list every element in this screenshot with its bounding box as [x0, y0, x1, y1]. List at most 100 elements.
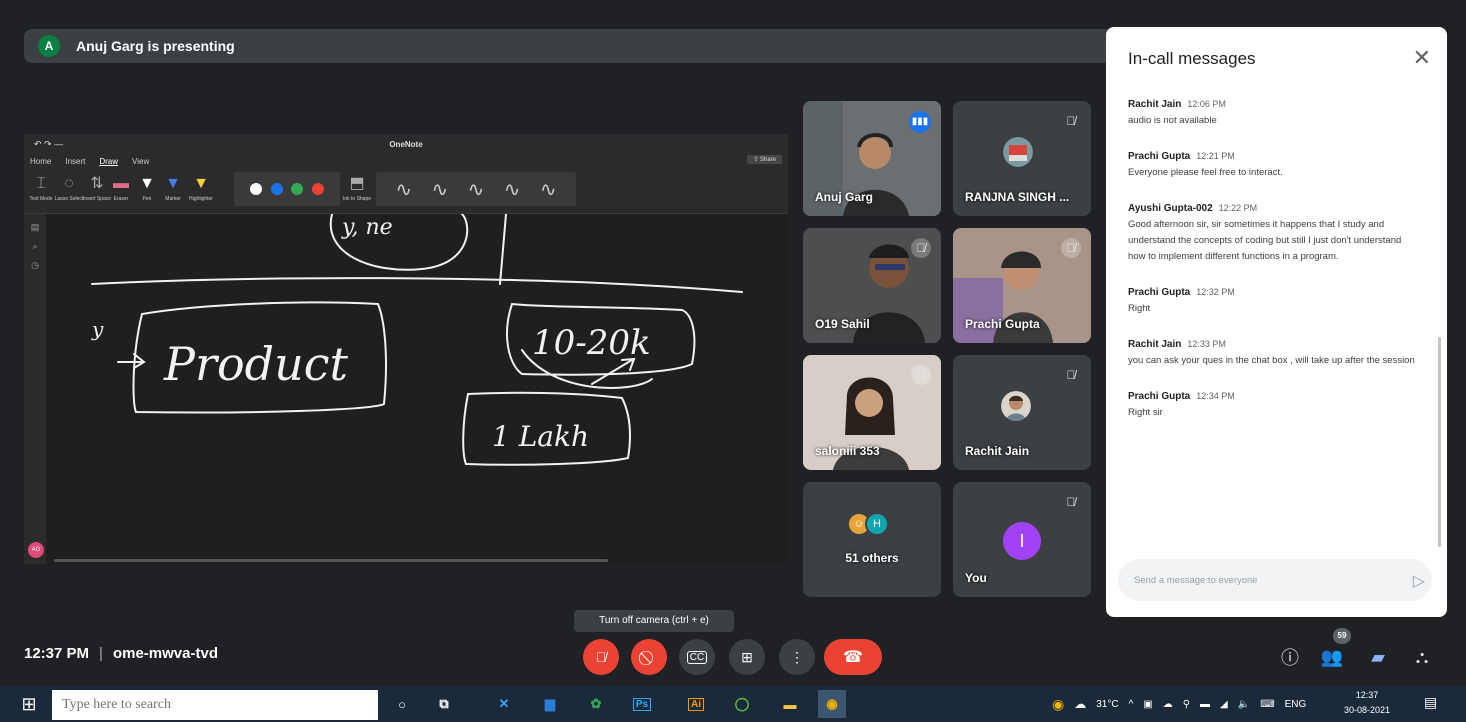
mic-off-icon: 🎙̸: [1066, 368, 1076, 382]
app-icon: ✿: [590, 696, 602, 711]
taskbar-app-word[interactable]: ▆: [536, 690, 564, 718]
chat-message: Rachit Jain 12:06 PM audio is not availab…: [1128, 99, 1418, 129]
message-time: 12:34 PM: [1196, 391, 1235, 401]
participant-tile[interactable]: 🎙̸ saloniii 353: [803, 355, 941, 470]
meeting-code: ome-mwva-tvd: [112, 645, 218, 662]
leave-call-button[interactable]: ☎: [824, 639, 882, 675]
participant-tile[interactable]: 🎙̸ RANJNA SINGH ...: [953, 101, 1091, 216]
participant-tile[interactable]: 🎙̸ O19 Sahil: [803, 228, 941, 343]
taskbar-clock[interactable]: 12:37 30-08-2021: [1344, 688, 1390, 718]
captions-button[interactable]: CC: [679, 639, 715, 675]
speaking-indicator-icon: ▮▮▮: [909, 111, 931, 133]
activities-icon: ⛬: [1415, 646, 1429, 667]
windows-taskbar: ⊞ ○ ⧉ ✕ ▆ ✿ Ps Ai ◯ ▬ ◉ ◉ ☁ 31°C ^ ▣ ☁ ⚲…: [0, 686, 1466, 722]
taskbar-app-chrome[interactable]: ◉: [818, 690, 846, 718]
stroke-size-option: ∿: [395, 178, 413, 201]
onenote-share-button: ⇧ Share: [747, 155, 782, 164]
meeting-info-button[interactable]: ⓘ: [1276, 644, 1304, 670]
message-sender: Prachi Gupta: [1128, 287, 1191, 298]
file-explorer-icon: ▬: [783, 696, 797, 712]
taskbar-app-green[interactable]: ✿: [582, 690, 610, 718]
camera-tooltip: Turn off camera (ctrl + e): [574, 610, 734, 632]
tray-app-icon[interactable]: ▣: [1143, 699, 1152, 710]
chat-scrollbar[interactable]: [1438, 337, 1441, 547]
onenote-sidebar: ▤ ⌕ ◷: [24, 214, 46, 564]
taskbar-search-input[interactable]: [52, 690, 378, 720]
more-options-button[interactable]: ⋮: [779, 639, 815, 675]
close-icon[interactable]: ✕: [1413, 45, 1431, 71]
weather-icon: ☁: [1074, 697, 1087, 711]
participant-tile[interactable]: ▮▮▮ Anuj Garg: [803, 101, 941, 216]
presenter-avatar: A: [38, 35, 60, 57]
help-icon[interactable]: ◉: [1052, 696, 1064, 713]
message-text: Right: [1128, 303, 1151, 314]
message-text: Right sir: [1128, 407, 1163, 418]
taskbar-app-vscode[interactable]: ✕: [490, 690, 518, 718]
menu-home: Home: [30, 156, 52, 166]
weather-temp: 31°C: [1096, 698, 1119, 710]
mic-toggle-button[interactable]: 🎙̸: [583, 639, 619, 675]
notebook-icon: ▤: [30, 222, 40, 232]
meeting-separator: |: [99, 645, 103, 662]
chat-message: Rachit Jain 12:33 PM you can ask your que…: [1128, 339, 1418, 369]
stroke-size-options: ∿ ∿ ∿ ∿ ∿: [376, 172, 576, 206]
language-indicator[interactable]: ENG: [1285, 699, 1307, 710]
horizontal-scrollbar: [54, 559, 608, 562]
onenote-ribbon: ⌶ Text Mode ◌ Lasso Select ⇅ Insert Space ▬…: [24, 168, 788, 214]
pen-color-swatch: [250, 183, 263, 195]
people-button[interactable]: 👥: [1318, 644, 1346, 670]
message-sender: Prachi Gupta: [1128, 151, 1191, 162]
tool-marker-label: Marker: [165, 196, 181, 202]
windows-start-button[interactable]: ⊞: [12, 686, 46, 722]
notification-icon[interactable]: ▤: [1424, 694, 1442, 712]
presenting-banner: A Anuj Garg is presenting: [24, 29, 1174, 63]
onenote-titlebar: ↶ ↷ — OneNote: [24, 134, 788, 154]
participant-name: saloniii 353: [815, 444, 880, 458]
present-button[interactable]: ⊞: [729, 639, 765, 675]
participant-name: Anuj Garg: [815, 190, 874, 204]
wifi-icon[interactable]: ◢: [1220, 699, 1228, 710]
volume-icon[interactable]: 🔈: [1238, 699, 1250, 710]
battery-icon[interactable]: ▬: [1200, 699, 1210, 710]
mic-off-icon: 🎙̸: [911, 365, 931, 385]
handwriting-range: 10-20k: [532, 323, 651, 363]
mic-off-icon: 🎙̸: [1066, 495, 1076, 509]
shared-screen[interactable]: ↶ ↷ — OneNote Home Insert Draw View ⇧ Sh…: [24, 134, 788, 564]
taskbar-app-illustrator[interactable]: Ai: [682, 690, 710, 718]
message-sender: Rachit Jain: [1128, 99, 1182, 110]
onenote-share-label: Share: [759, 157, 776, 163]
message-text: you can ask your ques in the chat box , …: [1128, 355, 1415, 366]
onenote-title: OneNote: [389, 139, 423, 149]
taskbar-app-photoshop[interactable]: Ps: [628, 690, 656, 718]
tool-text-mode-label: Text Mode: [29, 196, 53, 202]
people-count-badge: 59: [1333, 628, 1351, 644]
cortana-button[interactable]: ○: [388, 690, 416, 718]
onedrive-icon[interactable]: ☁: [1163, 699, 1173, 710]
pen-color-swatch: [311, 183, 324, 195]
participant-tile-self[interactable]: I 🎙̸ You: [953, 482, 1091, 597]
activities-button[interactable]: ⛬: [1408, 644, 1436, 670]
participant-tile-others[interactable]: ☺ H 51 others: [803, 482, 941, 597]
taskbar-app-circle[interactable]: ◯: [728, 690, 756, 718]
handwriting-y: y: [91, 317, 104, 341]
chat-message: Prachi Gupta 12:32 PM Right: [1128, 287, 1418, 317]
camera-toggle-button[interactable]: ⃠: [631, 639, 667, 675]
task-view-button[interactable]: ⧉: [430, 690, 458, 718]
chat-message: Prachi Gupta 12:34 PM Right sir: [1128, 391, 1418, 421]
stroke-size-option: ∿: [503, 178, 521, 201]
hang-up-icon: ☎: [843, 649, 863, 666]
participant-tile[interactable]: 🎙̸ Rachit Jain: [953, 355, 1091, 470]
chat-message-input[interactable]: [1118, 559, 1432, 601]
keyboard-icon[interactable]: ⌨: [1260, 699, 1274, 710]
message-sender: Prachi Gupta: [1128, 391, 1191, 402]
onenote-user-avatar: AG: [28, 542, 44, 558]
taskbar-app-explorer[interactable]: ▬: [776, 690, 804, 718]
participant-avatar: H: [865, 512, 889, 536]
tray-expand-icon[interactable]: ^: [1129, 699, 1134, 710]
chat-button[interactable]: ▰: [1364, 644, 1392, 670]
send-icon[interactable]: ▷: [1413, 571, 1425, 591]
system-tray: ◉ ☁ 31°C ^ ▣ ☁ ⚲ ▬ ◢ 🔈 ⌨ ENG: [1052, 686, 1306, 722]
usb-icon[interactable]: ⚲: [1183, 699, 1190, 710]
message-sender: Ayushi Gupta-002: [1128, 203, 1213, 214]
participant-tile[interactable]: 🎙̸ Prachi Gupta: [953, 228, 1091, 343]
